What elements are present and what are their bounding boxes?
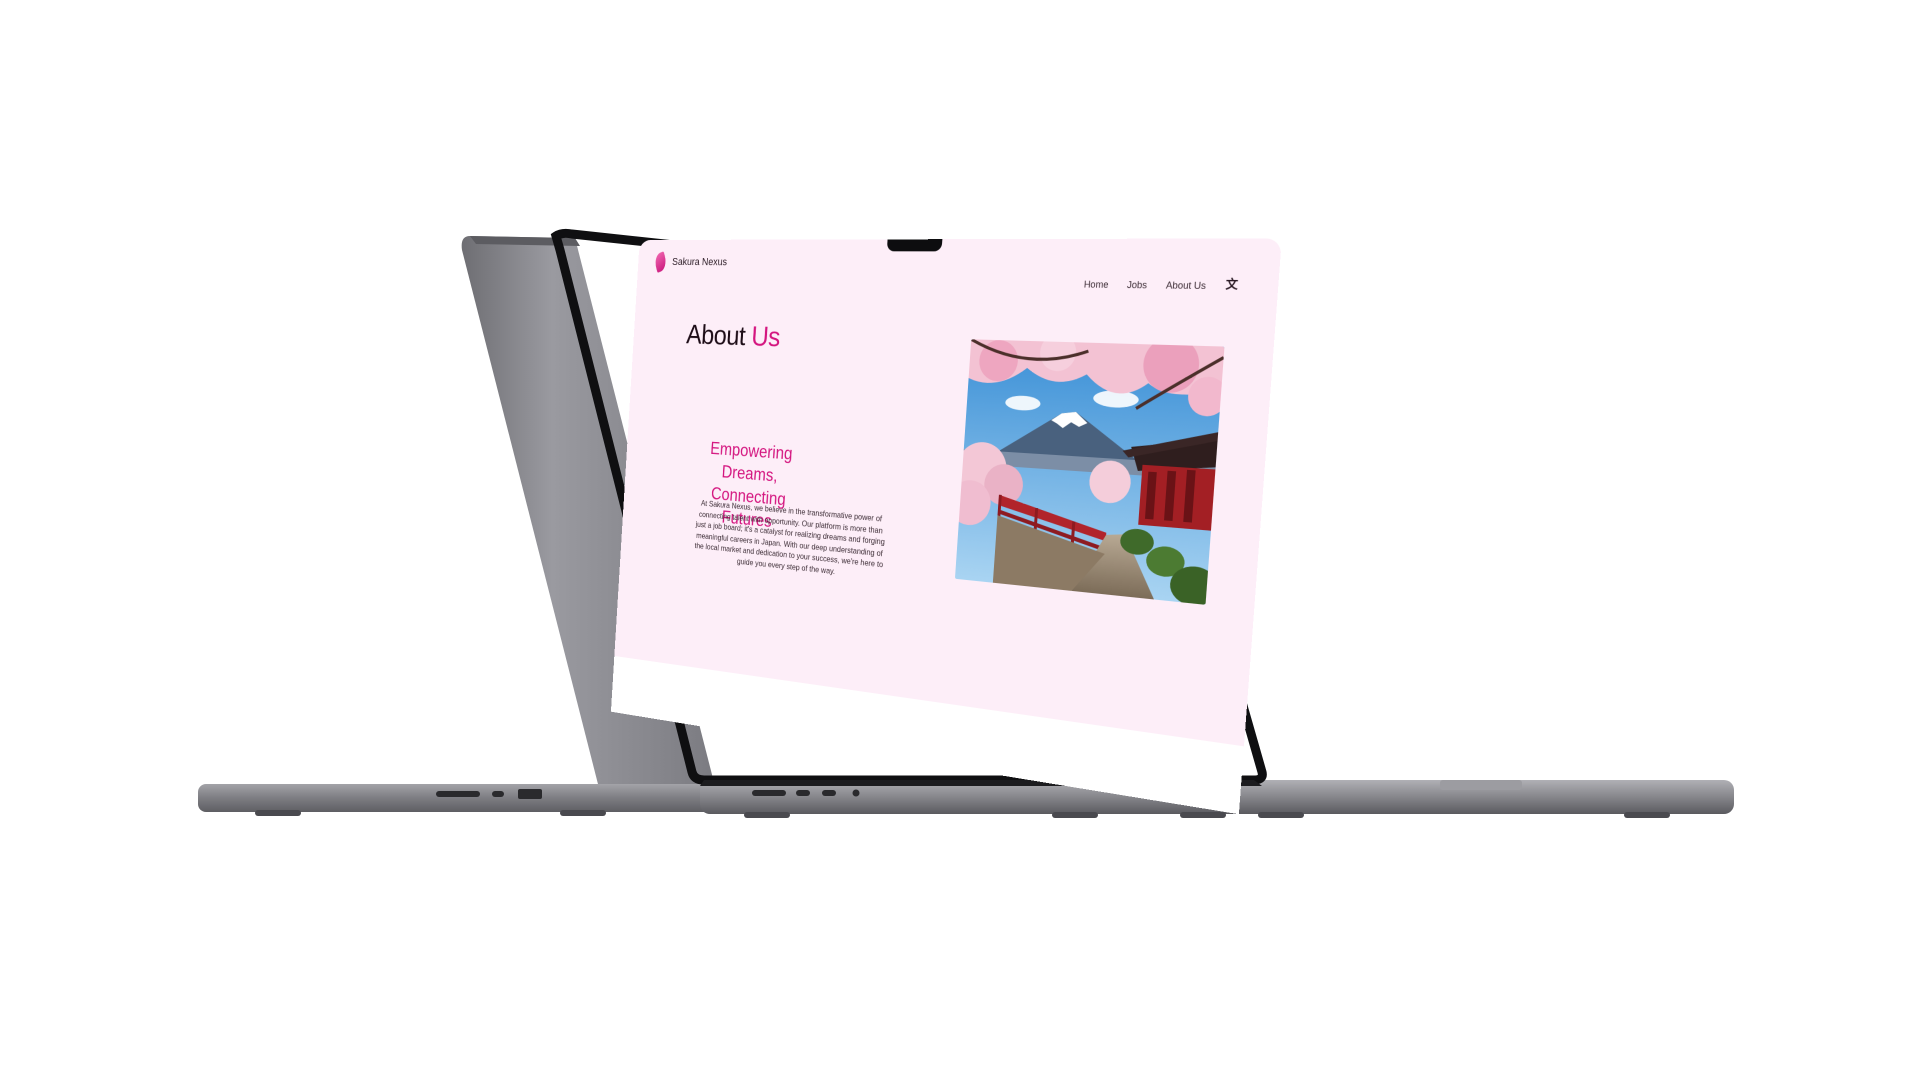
main-nav: Home Jobs About Us 文 <box>1083 277 1240 293</box>
brand-name: Sakura Nexus <box>671 256 728 269</box>
fuji-temple-illustration <box>954 339 1225 605</box>
hero-image-fuji-cherry-blossoms <box>954 339 1225 605</box>
translate-icon[interactable]: 文 <box>1225 278 1240 293</box>
site-header: Sakura Nexus Home Jobs About Us 文 <box>637 238 1281 292</box>
hero-body-text: At Sakura Nexus, we believe in the trans… <box>694 499 886 577</box>
website-screen: Sakura Nexus Home Jobs About Us 文 About … <box>610 238 1282 815</box>
page-title-main: About <box>685 319 747 352</box>
page-title: About Us <box>685 319 781 354</box>
nav-item-about-us[interactable]: About Us <box>1166 279 1207 290</box>
mockup-stage: Sakura Nexus Home Jobs About Us 文 About … <box>0 0 1920 1080</box>
nav-item-home[interactable]: Home <box>1084 279 1109 290</box>
brand-logo[interactable]: Sakura Nexus <box>653 251 728 273</box>
screen-viewport: Sakura Nexus Home Jobs About Us 文 About … <box>566 238 1282 815</box>
nav-item-jobs[interactable]: Jobs <box>1127 279 1148 290</box>
sakura-petal-icon <box>653 251 668 273</box>
page-title-accent: Us <box>750 321 781 353</box>
